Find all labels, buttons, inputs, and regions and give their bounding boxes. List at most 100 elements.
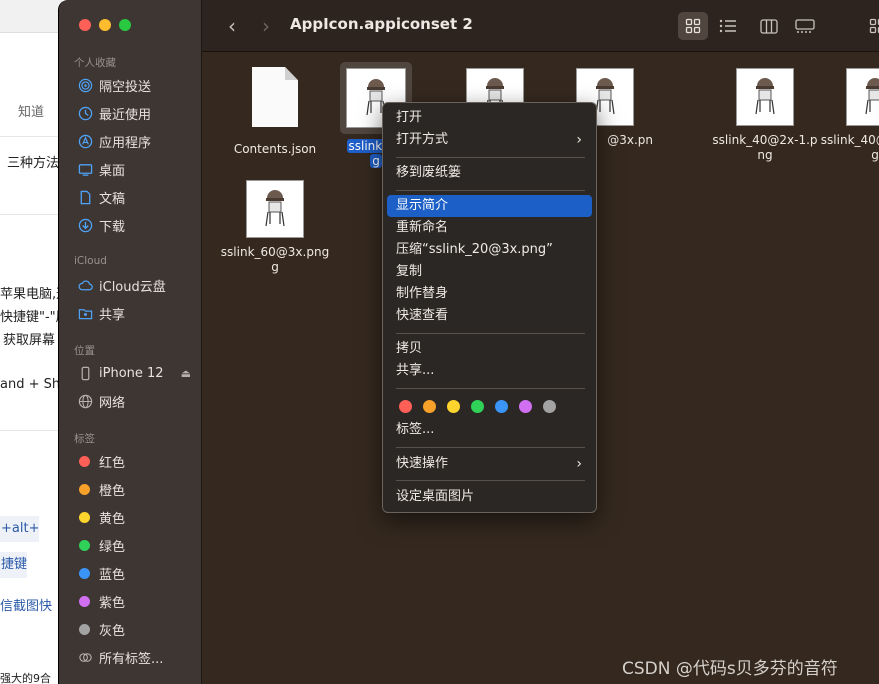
menu-item-duplicate[interactable]: 复制 <box>387 261 592 283</box>
sidebar-item-network[interactable]: 网络 <box>71 389 195 413</box>
file-name-line2: g <box>271 260 279 274</box>
clock-icon <box>77 105 93 121</box>
sidebar-item-airdrop[interactable]: 隔空投送 <box>71 73 195 97</box>
menu-item-rename[interactable]: 重新命名 <box>387 217 592 239</box>
file-item[interactable]: sslink_40@2x-1.p ng <box>710 68 820 163</box>
menu-item-quick-actions[interactable]: 快速操作 › <box>387 453 592 475</box>
sidebar-item-iphone[interactable]: iPhone 12 ⏏ <box>71 361 195 385</box>
gray-tag-dot-icon <box>79 623 90 635</box>
sidebar-tag-gray[interactable]: 灰色 <box>71 617 195 641</box>
file-name: Contents.json <box>233 142 317 156</box>
sidebar-tag-green[interactable]: 绿色 <box>71 533 195 557</box>
sidebar-item-label: 网络 <box>99 395 126 411</box>
tag-color-green-icon[interactable] <box>471 400 484 413</box>
orange-tag-dot-icon <box>79 483 90 495</box>
sidebar-all-tags[interactable]: 所有标签... <box>71 645 195 669</box>
menu-item-compress[interactable]: 压缩“sslink_20@3x.png” <box>387 239 592 261</box>
menu-item-set-desktop-picture[interactable]: 设定桌面图片 <box>387 486 592 508</box>
tag-color-red-icon[interactable] <box>399 400 412 413</box>
menu-item-share[interactable]: 共享... <box>387 360 592 382</box>
sidebar-tag-yellow[interactable]: 黄色 <box>71 505 195 529</box>
back-chevron-icon[interactable]: ‹ <box>220 12 244 40</box>
window-title: AppIcon.appiconset 2 <box>290 15 473 33</box>
menu-separator <box>396 157 585 158</box>
sidebar-tag-red[interactable]: 红色 <box>71 449 195 473</box>
grid-icon <box>685 18 701 34</box>
eject-icon[interactable]: ⏏ <box>181 367 191 380</box>
sidebar-item-label: 灰色 <box>99 623 126 639</box>
menu-separator <box>396 333 585 334</box>
menu-separator <box>396 447 585 448</box>
sidebar-item-applications[interactable]: 应用程序 <box>71 129 195 153</box>
sidebar-item-desktop[interactable]: 桌面 <box>71 157 195 181</box>
download-icon <box>77 217 93 233</box>
background-divider <box>0 136 62 137</box>
gallery-icon <box>795 18 815 33</box>
close-window-button[interactable] <box>79 19 91 31</box>
sidebar-item-label: 紫色 <box>99 595 126 611</box>
menu-item-move-to-trash[interactable]: 移到废纸篓 <box>387 162 592 184</box>
fullscreen-window-button[interactable] <box>119 19 131 31</box>
network-icon <box>77 393 93 409</box>
file-item[interactable]: sslink_40@2x.pngg <box>820 68 879 163</box>
file-item[interactable]: sslink_60@3x.png g <box>216 180 334 275</box>
sidebar-section-tags: 标签 <box>74 433 95 445</box>
menu-separator <box>396 388 585 389</box>
sidebar-section-icloud: iCloud <box>74 255 107 267</box>
background-text-line: 三种方法 <box>7 156 60 171</box>
minimize-window-button[interactable] <box>99 19 111 31</box>
group-by-button[interactable] <box>862 12 879 40</box>
menu-item-label: 快速操作 <box>396 456 449 471</box>
sidebar-item-label: 应用程序 <box>99 135 152 151</box>
sidebar-item-label: iPhone 12 <box>99 365 164 381</box>
sidebar-item-label: 黄色 <box>99 511 126 527</box>
menu-item-copy[interactable]: 拷贝 <box>387 338 592 360</box>
menu-item-quick-look[interactable]: 快速查看 <box>387 305 592 327</box>
sidebar-tag-orange[interactable]: 橙色 <box>71 477 195 501</box>
file-name-line2: g <box>871 148 879 162</box>
menu-item-get-info[interactable]: 显示简介 <box>387 195 592 217</box>
background-tag-link[interactable]: 捷键 <box>0 552 28 578</box>
sidebar-item-shared[interactable]: 共享 <box>71 301 195 325</box>
sidebar-item-recents[interactable]: 最近使用 <box>71 101 195 125</box>
background-topbar <box>0 0 62 33</box>
sidebar-item-label: 所有标签... <box>99 651 164 667</box>
json-file-icon <box>252 67 298 127</box>
list-view-button[interactable] <box>713 12 743 40</box>
tag-color-blue-icon[interactable] <box>495 400 508 413</box>
column-view-button[interactable] <box>754 12 784 40</box>
menu-item-tags[interactable]: 标签... <box>387 419 592 441</box>
background-text-line: and + Shi <box>0 377 62 392</box>
gallery-view-button[interactable] <box>790 12 820 40</box>
tag-color-gray-icon[interactable] <box>543 400 556 413</box>
file-item[interactable]: Contents.json <box>225 67 325 157</box>
submenu-chevron-icon: › <box>576 456 582 472</box>
image-thumbnail-icon <box>736 68 794 126</box>
menu-item-make-alias[interactable]: 制作替身 <box>387 283 592 305</box>
red-tag-dot-icon <box>79 455 90 467</box>
background-link[interactable]: 信截图快 <box>0 595 52 614</box>
context-menu: 打开 打开方式 › 移到废纸篓 显示简介 重新命名 压缩“sslink_20@3… <box>382 102 597 513</box>
menu-item-open[interactable]: 打开 <box>387 107 592 129</box>
menu-item-open-with[interactable]: 打开方式 › <box>387 129 592 151</box>
tag-color-purple-icon[interactable] <box>519 400 532 413</box>
sidebar-item-label: 共享 <box>99 307 126 323</box>
sidebar-item-documents[interactable]: 文稿 <box>71 185 195 209</box>
purple-tag-dot-icon <box>79 595 90 607</box>
sidebar-item-downloads[interactable]: 下载 <box>71 213 195 237</box>
sidebar-item-label: 桌面 <box>99 163 126 179</box>
blue-tag-dot-icon <box>79 567 90 579</box>
tag-color-orange-icon[interactable] <box>423 400 436 413</box>
sidebar-tag-blue[interactable]: 蓝色 <box>71 561 195 585</box>
airdrop-icon <box>77 77 93 93</box>
tag-color-yellow-icon[interactable] <box>447 400 460 413</box>
file-name: sslink_40@2x-1.p <box>712 133 818 147</box>
sidebar-tag-purple[interactable]: 紫色 <box>71 589 195 613</box>
sidebar-item-icloud-drive[interactable]: iCloud云盘 <box>71 273 195 297</box>
background-text-line: 强大的9合 <box>0 672 51 684</box>
icon-view-button[interactable] <box>678 12 708 40</box>
background-tag-link[interactable]: +alt+ <box>0 516 40 542</box>
file-name: sslink_60@3x.png <box>220 245 330 259</box>
watermark-text: CSDN @代码s贝多芬的音符 <box>622 659 838 679</box>
forward-chevron-icon[interactable]: › <box>254 12 278 40</box>
